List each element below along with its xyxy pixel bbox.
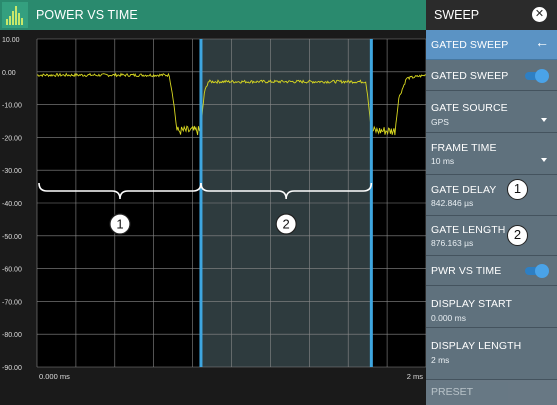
menu-item-label: GATED SWEEP [431, 39, 509, 51]
gate-length-item[interactable]: GATE LENGTH 876.163 µs [426, 216, 557, 256]
chart-title: POWER VS TIME [36, 8, 138, 22]
menu-item-label: GATE LENGTH [431, 224, 506, 236]
y-tick-label: -40.00 [2, 201, 22, 208]
callout-1-delay: 1 [116, 217, 123, 232]
gate-source-dropdown[interactable]: GATE SOURCE GPS [426, 91, 557, 133]
power-vs-time-plot[interactable]: 10.00 0.00 -10.00 -20.00 -30.00 -40.00 -50.00 -… [0, 30, 426, 405]
toggle-knob [535, 69, 549, 83]
close-icon[interactable]: ✕ [532, 7, 547, 22]
chart-header: POWER VS TIME [0, 0, 426, 30]
callout-1-gate-delay: 1 [507, 179, 528, 200]
y-tick-label: 10.00 [2, 37, 20, 44]
menu-item-label: DISPLAY LENGTH [431, 340, 522, 352]
callout-2-gate-length: 2 [507, 225, 528, 246]
menu-item-label: GATED SWEEP [431, 70, 509, 82]
gate-delay-item[interactable]: GATE DELAY 842.846 µs [426, 175, 557, 216]
display-length-value: 2 ms [431, 355, 450, 365]
y-tick-label: -50.00 [2, 234, 22, 241]
menu-item-label: PWR VS TIME [431, 265, 502, 277]
gate-delay-value: 842.846 µs [431, 198, 474, 208]
x-tick-label: 2 ms [407, 372, 424, 381]
display-length-item[interactable]: DISPLAY LENGTH 2 ms [426, 328, 557, 380]
y-tick-label: -80.00 [2, 332, 22, 339]
menu-item-label: FRAME TIME [431, 142, 497, 154]
y-tick-label: -10.00 [2, 103, 22, 110]
sweep-menu-panel: SWEEP ✕ GATED SWEEP ← GATED SWEEP GATE S… [426, 0, 557, 405]
x-tick-label: 0.000 ms [39, 372, 70, 381]
y-tick-label: 0.00 [2, 70, 16, 77]
sweep-menu-title: SWEEP [434, 8, 480, 22]
y-tick-label: -30.00 [2, 168, 22, 175]
sweep-menu-header: SWEEP ✕ [426, 0, 557, 30]
gated-sweep-toggle-item[interactable]: GATED SWEEP [426, 60, 557, 91]
y-tick-label: -60.00 [2, 267, 22, 274]
menu-item-label: GATE SOURCE [431, 102, 508, 114]
chevron-down-icon [541, 118, 547, 122]
frame-time-value: 10 ms [431, 156, 455, 166]
pwr-vs-time-toggle-item[interactable]: PWR VS TIME [426, 256, 557, 286]
pwr-vs-time-toggle[interactable] [525, 264, 549, 278]
gated-sweep-back-button[interactable]: GATED SWEEP ← [426, 30, 557, 60]
back-arrow-icon[interactable]: ← [535, 34, 549, 50]
power-vs-time-panel: POWER VS TIME 10.00 0.00 -10.00 -20.00 -30.0… [0, 0, 426, 405]
menu-item-label: GATE DELAY [431, 184, 497, 196]
display-start-item[interactable]: DISPLAY START 0.000 ms [426, 286, 557, 328]
y-tick-label: -20.00 [2, 135, 22, 142]
gate-source-value: GPS [431, 117, 449, 127]
menu-item-label: PRESET [431, 386, 474, 398]
callout-2-length: 2 [283, 217, 290, 232]
y-tick-label: -70.00 [2, 299, 22, 306]
chevron-down-icon [541, 158, 547, 162]
toggle-knob [535, 264, 549, 278]
gate-length-value: 876.163 µs [431, 238, 474, 248]
y-tick-label: -90.00 [2, 365, 22, 372]
spectrum-logo-icon [2, 2, 28, 28]
frame-time-dropdown[interactable]: FRAME TIME 10 ms [426, 133, 557, 175]
preset-item[interactable]: PRESET [426, 380, 557, 405]
gated-sweep-toggle[interactable] [525, 69, 549, 83]
menu-item-label: DISPLAY START [431, 298, 513, 310]
display-start-value: 0.000 ms [431, 313, 466, 323]
